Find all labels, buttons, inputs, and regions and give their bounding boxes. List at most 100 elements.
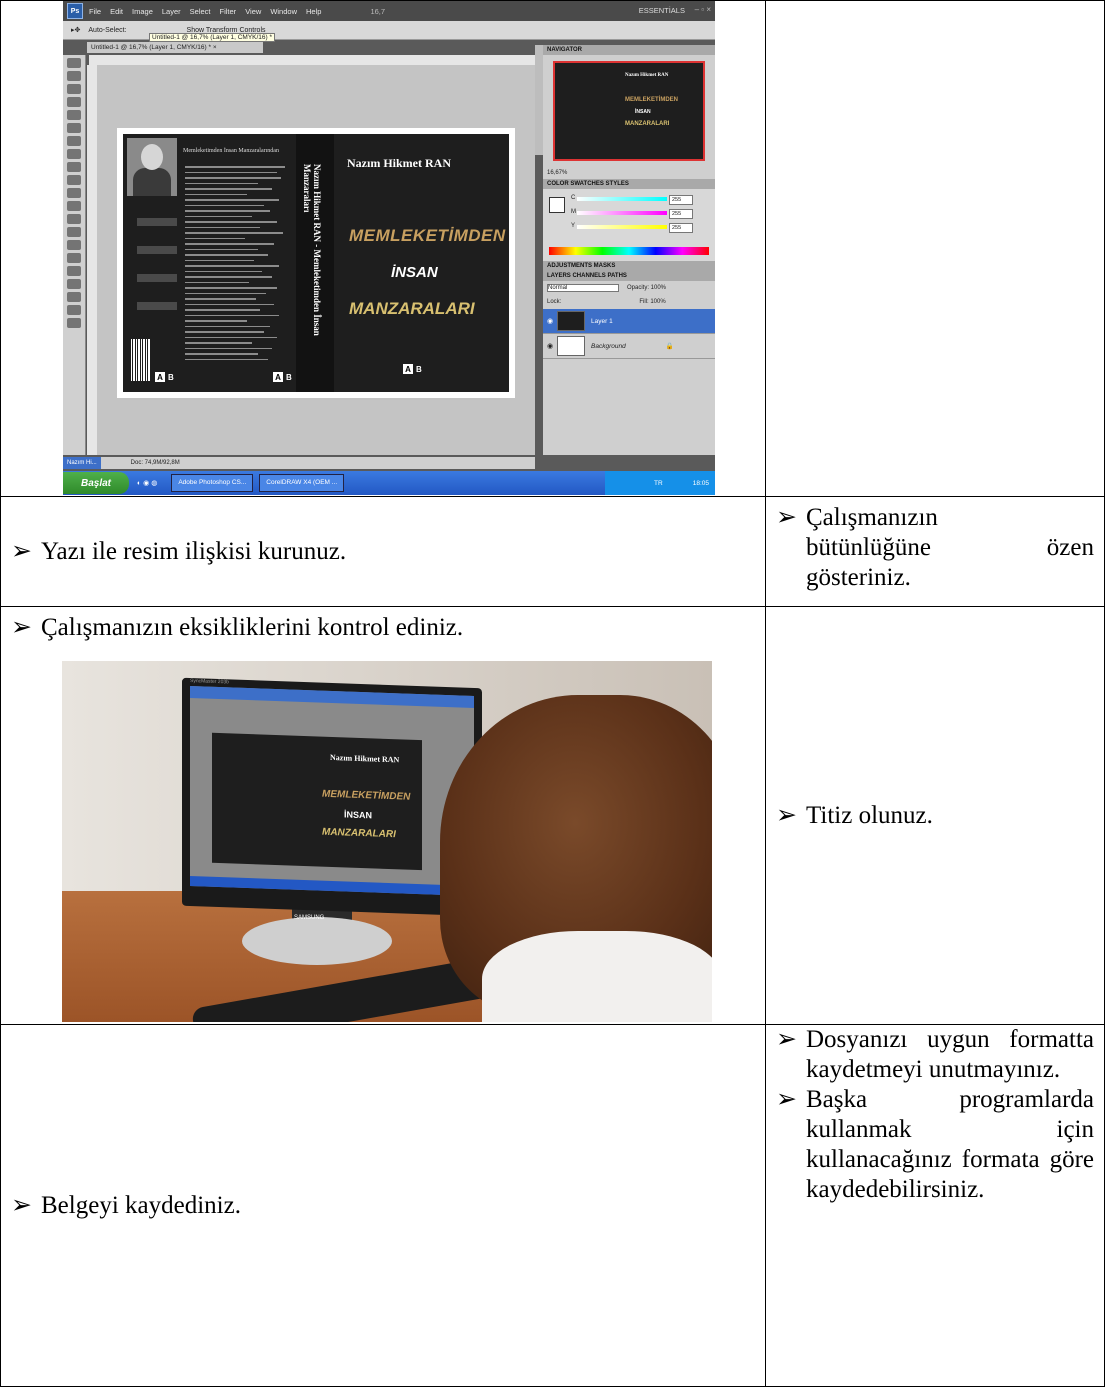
step-cell: ➢ Belgeyi kaydediniz. [0,1024,766,1387]
tip-text-line3: gösteriniz. [806,564,911,591]
navigator-header: NAVIGATOR [543,45,715,55]
quicklaunch-icons: ◐ ◉ ◍ [137,480,158,487]
screenshot-cell: Ps File Edit Image Layer Select Filter V… [0,0,766,497]
step-text: Çalışmanızın eksikliklerini kontrol edin… [41,614,464,641]
ps-toolbox [63,55,86,455]
tip-text-line1: Çalışmanızın [806,504,938,531]
clock: 18:05 [692,479,709,487]
tool-icon [67,253,81,263]
layer-row-background: ◉ Background 🔒 [543,334,715,359]
doc-tooltip: Untitled-1 @ 16,7% (Layer 1, CMYK/16) * [149,33,276,42]
move-tool-icon: ▸✥ [71,27,81,34]
tip-cell: ➢ Dosyanızı uygun formatta kaydetmeyi un… [765,1024,1105,1387]
arrow-bullet-icon: ➢ [776,801,797,829]
logo-b: B [286,372,292,382]
list-item: ➢ Başka programlarda kullanmak için kull… [776,1085,1094,1205]
screen-author: Nazım Hikmet RAN [330,752,400,765]
tool-icon [67,214,81,224]
tool-icon [67,266,81,276]
cover-word-1: MEMLEKETİMDEN [349,226,506,245]
zoom-level: 16,7 [370,6,386,16]
layers-lock: Lock: Fill: 100% [543,295,715,309]
table-row: ➢ Yazı ile resim ilişkisi kurunuz. ➢ Çal… [0,496,1105,607]
tool-icon [67,201,81,211]
navigator-thumbnail: Nazım Hikmet RAN MEMLEKETİMDEN İNSAN MAN… [553,61,705,161]
arrow-bullet-icon: ➢ [11,537,32,565]
publisher-logo: A B [273,372,292,382]
author-portrait [127,138,177,196]
value-c: 255 [669,195,693,205]
tool-icon [67,97,81,107]
ps-status-bar: Nazım Hi... Doc: 74,9M/92,8M [63,457,535,469]
portrait-face [141,144,163,170]
cover-word-3: MANZARALARI [349,299,475,318]
layers-options: Normal Opacity: 100% [543,281,715,295]
menu-image: Image [132,6,153,16]
table-row: ➢ Belgeyi kaydediniz. ➢ Dosyanızı uygun … [0,1024,1105,1387]
layer-thumbnail [557,336,585,356]
mini-doc: Nazım Hi... [63,457,101,469]
system-tray: TR 18:05 [605,471,715,495]
tool-icon [67,292,81,302]
eye-icon: ◉ [546,318,554,325]
ps-canvas: A B Memleketimden İnsan Manzaralarından [97,65,535,455]
menu-select: Select [189,6,211,16]
tip-line: ➢ Çalışmanızın [776,503,1094,533]
empty-tip-cell [765,0,1105,497]
auto-select-label: Auto-Select: [88,26,127,34]
blend-mode: Normal [547,284,619,292]
arrow-bullet-icon: ➢ [776,504,797,531]
step-text: Belgeyi kaydediniz. [41,1191,241,1219]
tip-text-line2a: bütünlüğüne [806,534,931,561]
grey-bar [137,302,177,310]
list-item: ➢ Yazı ile resim ilişkisi kurunuz. [1,537,765,567]
value-m: 255 [669,209,693,219]
logo-a: A [155,372,165,382]
slider-y [577,225,667,229]
slider-m [577,211,667,215]
list-item: ➢ Dosyanızı uygun formatta kaydetmeyi un… [776,1025,1094,1085]
menu-edit: Edit [110,6,124,16]
foreground-swatch [549,197,565,213]
step-cell: ➢ Yazı ile resim ilişkisi kurunuz. [0,496,766,607]
screen-word-2: İNSAN [344,809,373,821]
photo-person-at-computer: SAMSUNG SyncMaster 203b Nazım Hikmet RAN… [62,661,712,1022]
tool-icon [67,149,81,159]
cover-author: Nazım Hikmet RAN [347,156,451,170]
channel-m: M [571,209,576,215]
color-tabs: COLOR SWATCHES STYLES [543,179,715,189]
lock-icon: 🔒 [665,343,674,350]
menu-window: Window [270,6,297,16]
start-button: Başlat [63,472,129,494]
portrait-body [133,168,171,196]
monitor: SyncMaster 203b Nazım Hikmet RAN MEMLEKE… [182,677,482,917]
barcode [131,339,151,381]
tip-cell: ➢ Titiz olunuz. [765,606,1105,1025]
window-controls-icon: – ▫ × [694,5,711,14]
tip-line: bütünlüğüne özen [776,533,1094,563]
eye-icon: ◉ [546,343,554,350]
taskbar-coreldraw: CorelDRAW X4 (OEM ... [259,474,345,492]
stand-brand: SAMSUNG [294,915,325,921]
monitor-brand: SyncMaster 203b [190,678,229,686]
tool-icon [67,188,81,198]
tool-icon [67,175,81,185]
list-item: ➢ Belgeyi kaydediniz. [1,1191,765,1221]
menu-help: Help [306,6,322,16]
document-tab: Untitled-1 @ 16,7% (Layer 1, CMYK/16) * … [87,42,263,53]
grey-bar [137,218,177,226]
tool-icon [67,318,81,328]
tip-line: gösteriniz. [776,563,1094,593]
tool-icon [67,136,81,146]
nav-author: Nazım Hikmet RAN [625,73,669,78]
lock-label: Lock: [547,299,562,305]
logo-a: A [273,372,283,382]
book-cover-dark: A B Memleketimden İnsan Manzaralarından [123,134,509,392]
language: TR [654,479,663,487]
value-y: 255 [669,223,693,233]
tool-icon [67,227,81,237]
layer-row-layer1: ◉ Layer 1 [543,309,715,334]
nav-word-2: İNSAN [635,109,651,115]
opacity: Opacity: 100% [627,285,667,291]
color-panel: C 255 M 255 Y 255 [543,189,715,261]
